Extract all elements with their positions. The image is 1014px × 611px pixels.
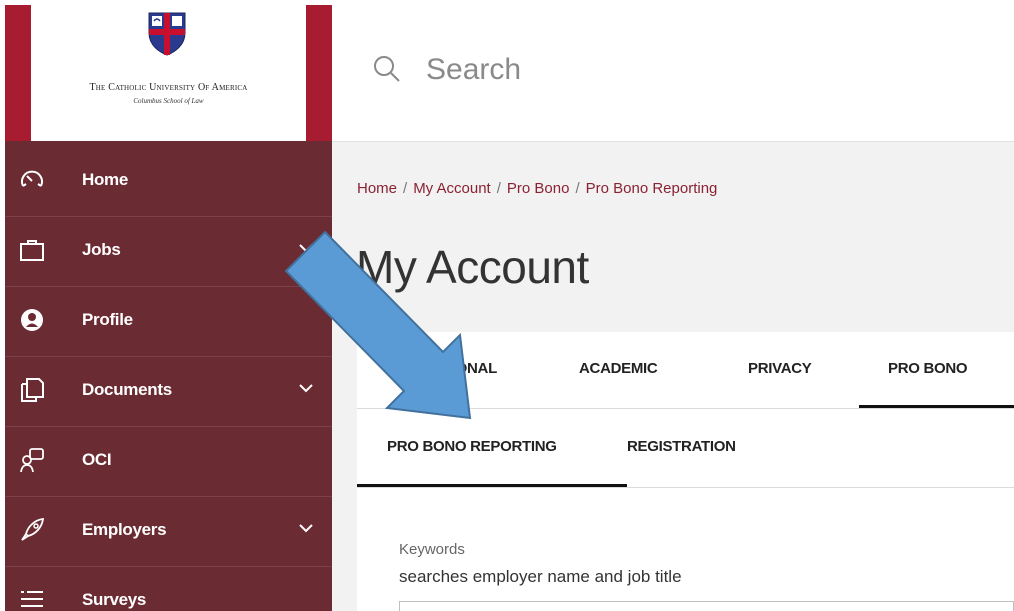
sidebar-item-employers[interactable]: Employers [5,497,332,567]
documents-icon [21,378,44,402]
chevron-down-icon[interactable] [297,379,315,397]
breadcrumb-separator: / [403,180,408,197]
sidebar-item-label: OCI [82,450,112,469]
search-input[interactable] [424,46,828,94]
keywords-help-text: searches employer name and job title [399,567,682,586]
tab-active-indicator [357,484,627,487]
chevron-down-icon[interactable] [297,519,315,537]
secondary-tabs: PRO BONO REPORTING REGISTRATION [357,409,1014,488]
search-icon[interactable] [372,54,402,84]
sidebar-item-surveys[interactable]: Surveys [5,567,332,611]
page-title: My Account [356,241,589,293]
keywords-input[interactable] [399,601,1014,611]
tab-active-indicator [859,405,1014,408]
sidebar-item-profile[interactable]: Profile [5,287,332,357]
person-icon [21,309,43,331]
shield-crest-icon [148,12,186,56]
sidebar-item-oci[interactable]: OCI [5,427,332,497]
sidebar-item-label: Home [82,170,129,189]
tab-pro-bono[interactable]: PRO BONO [888,360,968,377]
logo-title: The Catholic University Of America [89,82,248,93]
sidebar-item-label: Jobs [82,240,121,259]
tab-privacy[interactable]: PRIVACY [748,360,812,377]
list-icon [21,591,43,607]
tab-pro-bono-reporting[interactable]: PRO BONO REPORTING [387,438,557,455]
sidebar-item-label: Surveys [82,590,147,609]
sidebar-item-home[interactable]: Home [5,147,332,217]
breadcrumb-home[interactable]: Home [357,180,397,197]
briefcase-icon [20,240,44,261]
sidebar-item-label: Documents [82,380,172,399]
breadcrumb-pro-bono[interactable]: Pro Bono [507,180,570,197]
sidebar-item-label: Employers [82,520,167,539]
rocket-icon [21,517,45,541]
tab-academic[interactable]: ACADEMIC [579,360,658,377]
sidebar-nav: Home Jobs Profile Documents OCI Employer… [5,147,332,611]
logo-subtitle: Columbus School of Law [133,97,204,105]
sidebar: The Catholic University Of America Colum… [5,5,332,611]
tab-registration[interactable]: REGISTRATION [627,438,736,455]
sidebar-item-label: Profile [82,310,133,329]
tab-personal[interactable]: PERSONAL [416,360,497,377]
breadcrumb-separator: / [575,180,580,197]
speedometer-icon [21,170,43,187]
breadcrumb: Home / My Account / Pro Bono / Pro Bono Report… [357,180,717,197]
sidebar-item-documents[interactable]: Documents [5,357,332,427]
interview-icon [20,448,44,473]
chevron-down-icon[interactable] [297,239,315,257]
breadcrumb-separator: / [496,180,501,197]
breadcrumb-my-account[interactable]: My Account [413,180,491,197]
keywords-label: Keywords [399,541,465,558]
sidebar-item-jobs[interactable]: Jobs [5,217,332,287]
primary-tabs: PERSONAL ACADEMIC PRIVACY PRO BONO [357,332,1014,409]
breadcrumb-pro-bono-reporting[interactable]: Pro Bono Reporting [586,180,718,197]
university-logo[interactable]: The Catholic University Of America Colum… [5,5,332,141]
